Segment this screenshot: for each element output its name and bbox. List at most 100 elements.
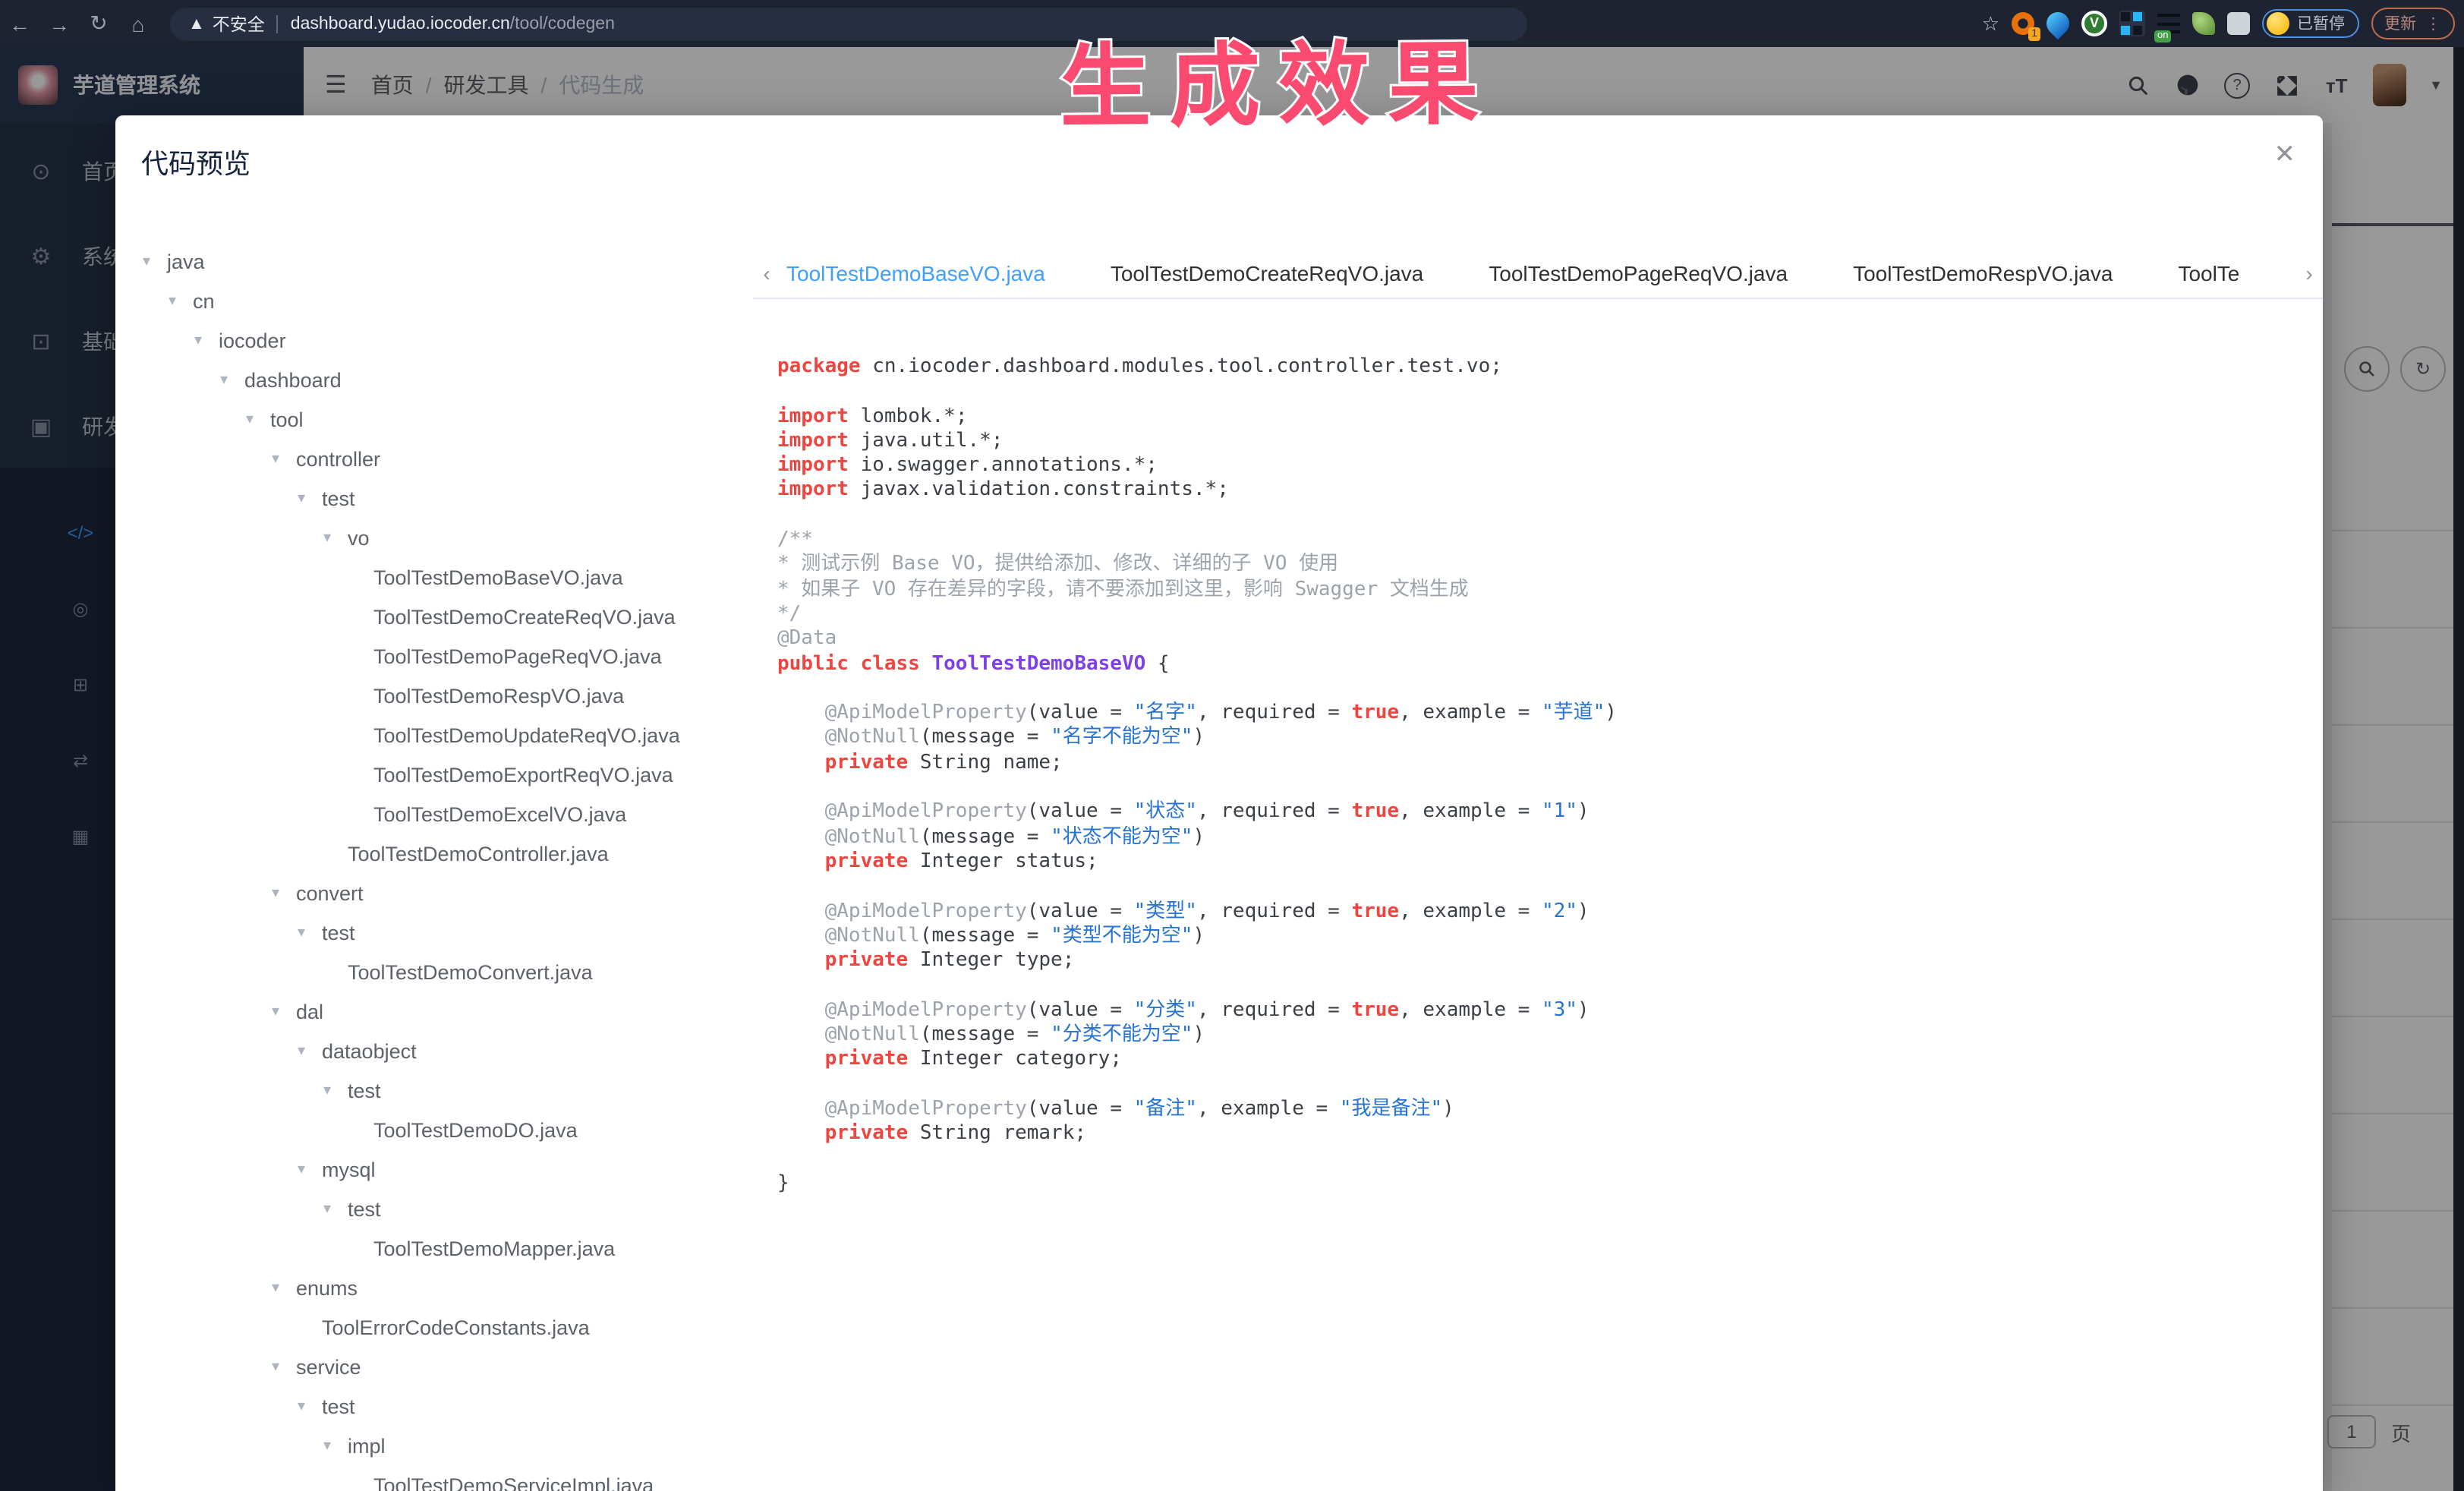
- tree-node[interactable]: ▾ test: [134, 1070, 753, 1110]
- caret-expanded-icon[interactable]: ▾: [298, 490, 322, 506]
- tree-node[interactable]: ToolTestDemoServiceImpl.java: [134, 1465, 753, 1491]
- caret-expanded-icon[interactable]: ▾: [272, 1003, 296, 1020]
- tree-node-label: cn: [193, 289, 215, 312]
- security-label[interactable]: 不安全: [213, 11, 265, 36]
- caret-expanded-icon[interactable]: ▾: [194, 332, 219, 348]
- tree-node[interactable]: ▾ dal: [134, 991, 753, 1031]
- tree-node-label: ToolTestDemoConvert.java: [348, 960, 593, 983]
- tree-node[interactable]: ▾ convert: [134, 873, 753, 913]
- url-host[interactable]: dashboard.yudao.iocoder.cn: [291, 14, 510, 33]
- tree-node[interactable]: ToolErrorCodeConstants.java: [134, 1307, 753, 1347]
- forward-icon[interactable]: →: [39, 11, 79, 36]
- tab-tooltestdemocreatereqvo-java[interactable]: ToolTestDemoCreateReqVO.java: [1111, 260, 1423, 294]
- caret-expanded-icon[interactable]: ▾: [298, 1042, 322, 1059]
- tree-node[interactable]: ▾ vo: [134, 518, 753, 557]
- caret-expanded-icon[interactable]: ▾: [323, 1200, 348, 1217]
- code-line: import io.swagger.annotations.*;: [777, 454, 1158, 478]
- browser-scrollbar[interactable]: [2453, 47, 2464, 1491]
- profile-emoji-icon: [2267, 12, 2289, 35]
- tab-tooltestdemobasevo-java[interactable]: ToolTestDemoBaseVO.java: [786, 260, 1045, 294]
- bookmark-star-icon[interactable]: ☆: [1982, 11, 1999, 36]
- screen: ← → ↻ ⌂ ▲ 不安全 dashboard.yudao.iocoder.cn…: [0, 0, 2464, 1491]
- tab-toolte[interactable]: ToolTe: [2178, 260, 2239, 294]
- tree-node[interactable]: ▾ service: [134, 1347, 753, 1386]
- extension-leaf-icon[interactable]: [2192, 12, 2215, 35]
- annotation-watermark: 生成效果: [1057, 30, 1500, 140]
- extension-grid-icon[interactable]: [2119, 11, 2145, 36]
- caret-expanded-icon[interactable]: ▾: [272, 1358, 296, 1375]
- tree-node[interactable]: ToolTestDemoRespVO.java: [134, 676, 753, 715]
- extension-list-icon[interactable]: on: [2154, 14, 2180, 43]
- tree-node-label: test: [322, 1395, 355, 1417]
- tree-node-label: java: [167, 250, 205, 273]
- tree-node[interactable]: ToolTestDemoCreateReqVO.java: [134, 597, 753, 636]
- code-line: import java.util.*;: [777, 429, 1004, 452]
- code-line: @ApiModelProperty(value = "状态", required…: [824, 800, 1590, 824]
- tree-node[interactable]: ToolTestDemoExcelVO.java: [134, 794, 753, 834]
- caret-expanded-icon[interactable]: ▾: [298, 924, 322, 941]
- tree-node[interactable]: ▾ test: [134, 478, 753, 518]
- home-icon[interactable]: ⌂: [118, 11, 158, 36]
- reload-icon[interactable]: ↻: [79, 11, 118, 36]
- code-line: private String name;: [824, 751, 1063, 774]
- tree-node[interactable]: ToolTestDemoUpdateReqVO.java: [134, 715, 753, 755]
- caret-expanded-icon[interactable]: ▾: [220, 371, 244, 388]
- tree-node[interactable]: ▾ enums: [134, 1268, 753, 1307]
- caret-expanded-icon[interactable]: ▾: [143, 253, 167, 270]
- caret-expanded-icon[interactable]: ▾: [323, 529, 348, 546]
- tree-node-label: test: [322, 921, 355, 944]
- tree-node[interactable]: ▾ test: [134, 1189, 753, 1228]
- tree-node[interactable]: ▾ tool: [134, 399, 753, 439]
- caret-expanded-icon[interactable]: ▾: [298, 1161, 322, 1177]
- tree-node[interactable]: ToolTestDemoPageReqVO.java: [134, 636, 753, 676]
- tree-node[interactable]: ▾ impl: [134, 1426, 753, 1465]
- tree-node[interactable]: ToolTestDemoBaseVO.java: [134, 557, 753, 597]
- tab-tooltestdemopagereqvo-java[interactable]: ToolTestDemoPageReqVO.java: [1489, 260, 1788, 294]
- tree-node[interactable]: ▾ cn: [134, 281, 753, 320]
- tree-node[interactable]: ▾ dataobject: [134, 1031, 753, 1070]
- tabs-scroll-right-icon[interactable]: ›: [2295, 261, 2323, 285]
- tree-node[interactable]: ▾ java: [134, 241, 753, 281]
- tree-node[interactable]: ▾ test: [134, 913, 753, 952]
- browser-profile-chip[interactable]: 已暂停: [2262, 9, 2358, 38]
- code-line: import javax.validation.constraints.*;: [777, 478, 1229, 502]
- close-icon[interactable]: ✕: [2274, 140, 2296, 170]
- code-line: @ApiModelProperty(value = "名字", required…: [824, 701, 1617, 725]
- extension-puzzle-icon[interactable]: [2227, 12, 2250, 35]
- tree-node[interactable]: ToolTestDemoConvert.java: [134, 952, 753, 991]
- caret-expanded-icon[interactable]: ▾: [169, 292, 193, 309]
- tree-node[interactable]: ToolTestDemoMapper.java: [134, 1228, 753, 1268]
- caret-expanded-icon[interactable]: ▾: [272, 884, 296, 901]
- extension-drop-icon[interactable]: [2041, 7, 2075, 40]
- tree-node[interactable]: ToolTestDemoController.java: [134, 834, 753, 873]
- back-icon[interactable]: ←: [0, 11, 39, 36]
- caret-expanded-icon[interactable]: ▾: [323, 1082, 348, 1099]
- caret-expanded-icon[interactable]: ▾: [272, 450, 296, 467]
- update-label: 更新: [2384, 15, 2416, 33]
- tree-node[interactable]: ToolTestDemoDO.java: [134, 1110, 753, 1149]
- tree-node[interactable]: ▾ iocoder: [134, 320, 753, 360]
- caret-expanded-icon[interactable]: ▾: [246, 411, 270, 427]
- tree-node[interactable]: ▾ controller: [134, 439, 753, 478]
- code-line: @NotNull(message = "名字不能为空"): [824, 726, 1205, 749]
- tree-node-label: dataobject: [322, 1039, 417, 1062]
- tree-node[interactable]: ToolTestDemoExportReqVO.java: [134, 755, 753, 794]
- kebab-menu-icon[interactable]: ⋮: [2425, 14, 2441, 33]
- browser-update-button[interactable]: 更新 ⋮: [2371, 8, 2455, 39]
- extension-ring-icon[interactable]: 1: [2012, 12, 2040, 41]
- caret-expanded-icon[interactable]: ▾: [298, 1398, 322, 1414]
- caret-expanded-icon[interactable]: ▾: [323, 1437, 348, 1454]
- caret-expanded-icon[interactable]: ▾: [272, 1279, 296, 1296]
- tree-node[interactable]: ▾ dashboard: [134, 360, 753, 399]
- url-path[interactable]: /tool/codegen: [510, 14, 615, 33]
- tab-tooltestdemorespvo-java[interactable]: ToolTestDemoRespVO.java: [1853, 260, 2113, 294]
- tabs-scroll-left-icon[interactable]: ‹: [753, 261, 780, 285]
- code-line: @ApiModelProperty(value = "分类", required…: [824, 998, 1590, 1022]
- tree-node[interactable]: ▾ mysql: [134, 1149, 753, 1189]
- tree-node-label: mysql: [322, 1158, 376, 1181]
- extension-v-icon[interactable]: V: [2081, 11, 2107, 36]
- file-tabbar: ‹ ToolTestDemoBaseVO.java ToolTestDemoCre…: [753, 249, 2323, 299]
- tree-node[interactable]: ▾ test: [134, 1386, 753, 1426]
